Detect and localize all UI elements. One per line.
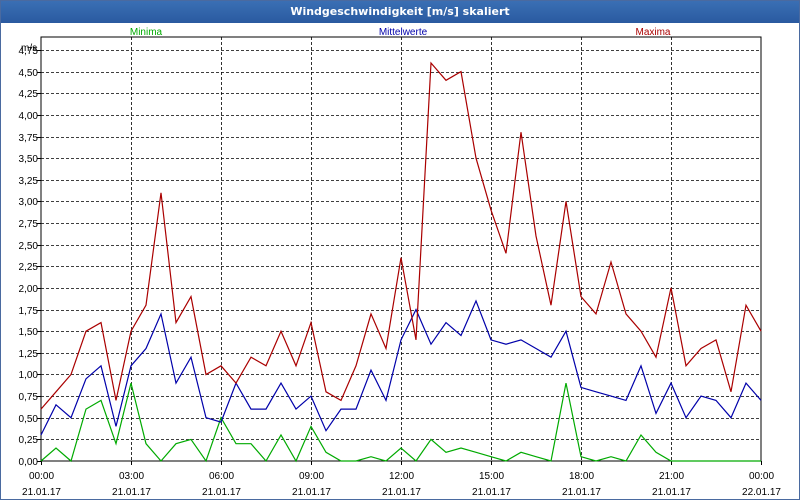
legend-label-maxima: Maxima [635,27,670,38]
y-tick-label: 1,25 [19,349,39,360]
chart-canvas: 0,00 0,25 0,50 0,75 1,00 1,25 1,50 1,75 2,00 2,25… [19,27,782,498]
x-tick-label-time: 15:00 [479,471,504,482]
y-tick-label: 1,00 [19,370,39,381]
y-axis-label: m/s [21,43,37,54]
x-tick-label-time: 00:00 [29,471,54,482]
y-tick-label: 3,00 [19,197,39,208]
x-tick-label-date: 21.01.17 [652,487,691,498]
x-tick-label-date: 21.01.17 [472,487,511,498]
y-tick-label: 2,00 [19,284,39,295]
axes [37,36,762,465]
x-tick-label-time: 06:00 [209,471,234,482]
y-tick-label: 3,25 [19,176,39,187]
x-tick-label-date: 22.01.17 [742,487,781,498]
x-tick-label-date: 21.01.17 [22,487,61,498]
x-tick-label-time: 00:00 [749,471,774,482]
y-tick-label: 0,00 [19,457,39,468]
grid-lines [41,37,761,461]
series-line-maxima [40,61,762,410]
x-tick-label-time: 18:00 [569,471,594,482]
y-tick-label: 1,50 [19,327,39,338]
y-tick-labels: 0,00 0,25 0,50 0,75 1,00 1,25 1,50 1,75 2,00 2,25… [19,46,39,468]
x-tick-label-date: 21.01.17 [112,487,151,498]
legend: Minima Mittelwerte Maxima [130,27,671,38]
x-tick-label-date: 21.01.17 [292,487,331,498]
y-tick-label: 2,25 [19,262,39,273]
x-tick-labels: 00:00 21.01.17 03:00 21.01.17 06:00 21.01.17 0… [22,471,781,498]
y-tick-label: 4,00 [19,111,39,122]
y-tick-label: 0,75 [19,392,39,403]
x-tick-label-date: 21.01.17 [202,487,241,498]
series-line-mittelwerte [40,299,762,436]
y-tick-label: 0,25 [19,435,39,446]
x-tick-label-time: 09:00 [299,471,324,482]
y-tick-label: 0,50 [19,414,39,425]
legend-label-minima: Minima [130,27,163,38]
plot-frame [40,36,762,462]
y-tick-label: 4,50 [19,68,39,79]
x-tick-label-time: 12:00 [389,471,414,482]
y-tick-label: 3,50 [19,154,39,165]
y-tick-label: 3,75 [19,133,39,144]
y-tick-label: 1,75 [19,306,39,317]
y-tick-label: 4,25 [19,89,39,100]
y-tick-label: 2,75 [19,219,39,230]
x-tick-label-date: 21.01.17 [382,487,421,498]
x-tick-label-date: 21.01.17 [562,487,601,498]
series-lines [40,61,762,463]
x-tick-label-time: 03:00 [119,471,144,482]
y-tick-label: 2,50 [19,241,39,252]
chart-window: Windgeschwindigkeit [m/s] skaliert 0,00 0… [0,0,800,500]
series-line-minima [40,382,761,463]
x-tick-label-time: 21:00 [659,471,684,482]
legend-label-mittelwerte: Mittelwerte [379,27,428,38]
